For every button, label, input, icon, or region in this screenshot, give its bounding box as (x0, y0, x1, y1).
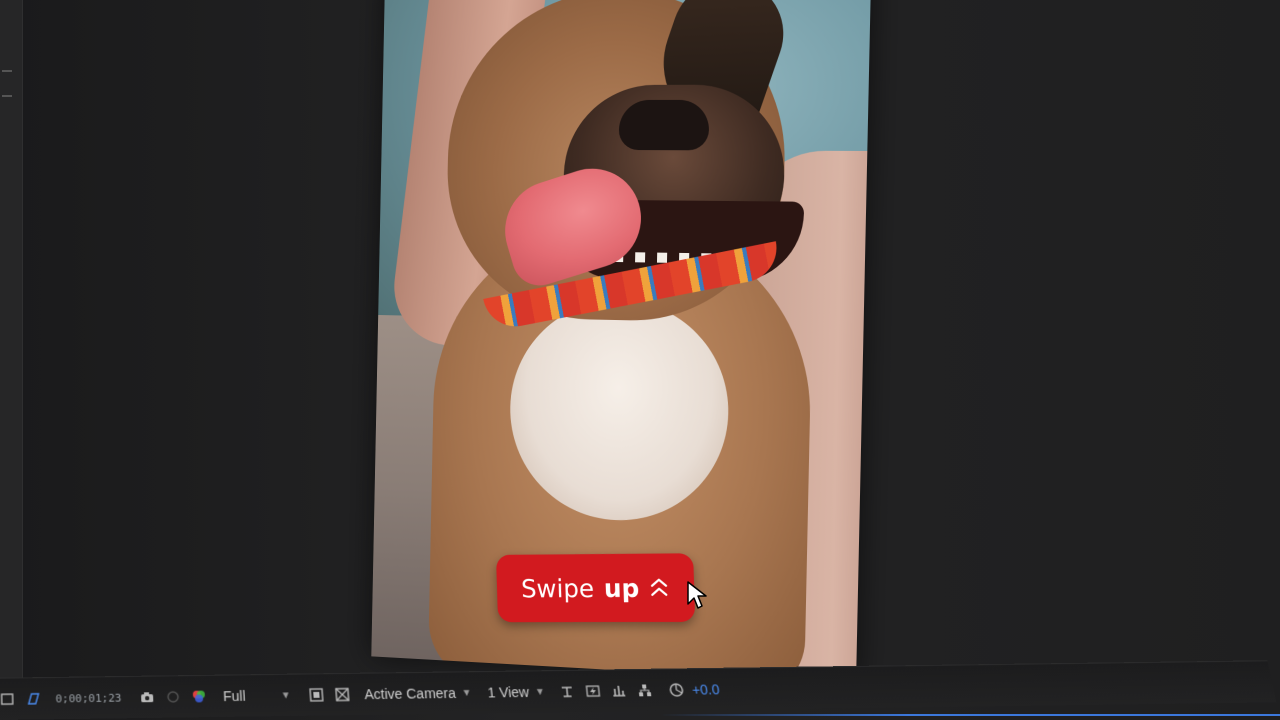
fast-preview-icon[interactable] (584, 683, 602, 699)
camera-view-dropdown[interactable]: Active Camera ▼ (364, 685, 472, 702)
up-label: up (603, 573, 640, 603)
panel-tick (2, 70, 12, 72)
composition-viewer[interactable]: Swipe up (371, 0, 872, 684)
reset-exposure-icon[interactable] (667, 682, 685, 698)
chevron-down-icon: ▼ (534, 686, 546, 698)
snapshot-icon[interactable] (139, 689, 156, 705)
swipe-label: Swipe (520, 573, 595, 603)
composition-toolbar: 0;00;01;23 Full ▼ Active Camera ▼ 1 View… (0, 660, 1277, 720)
view-layout-dropdown[interactable]: 1 View ▼ (487, 684, 546, 700)
exposure-value[interactable]: +0.0 (691, 682, 720, 698)
swipe-up-button[interactable]: Swipe up (495, 553, 696, 623)
show-snapshot-icon[interactable] (165, 689, 182, 705)
panel-active-indicator (660, 714, 1280, 716)
3d-view-icon[interactable] (558, 684, 576, 700)
mouse-cursor-icon (687, 581, 707, 609)
after-effects-composition-window: Swipe up 0;00;01;23 Full ▼ Active Camera… (0, 0, 1280, 720)
color-channel-icon[interactable] (191, 689, 208, 705)
flowchart-icon[interactable] (635, 682, 653, 698)
region-of-interest-icon[interactable] (0, 691, 16, 707)
transparency-grid-icon[interactable] (334, 687, 351, 703)
dog-nose (618, 99, 710, 151)
timeline-icon[interactable] (610, 683, 628, 699)
resolution-value: Full (222, 688, 246, 705)
current-timecode[interactable]: 0;00;01;23 (55, 691, 121, 705)
double-chevron-up-icon (649, 577, 670, 599)
view-layout-value: 1 View (486, 684, 530, 701)
mask-visibility-icon[interactable] (25, 691, 41, 707)
panel-tick (2, 95, 12, 97)
left-panel-edge (0, 0, 23, 690)
chevron-down-icon: ▼ (461, 687, 473, 699)
chevron-down-icon: ▼ (280, 689, 292, 701)
resolution-dropdown[interactable]: Full ▼ (223, 687, 292, 704)
camera-view-value: Active Camera (363, 685, 457, 703)
grid-icon[interactable] (308, 687, 325, 703)
